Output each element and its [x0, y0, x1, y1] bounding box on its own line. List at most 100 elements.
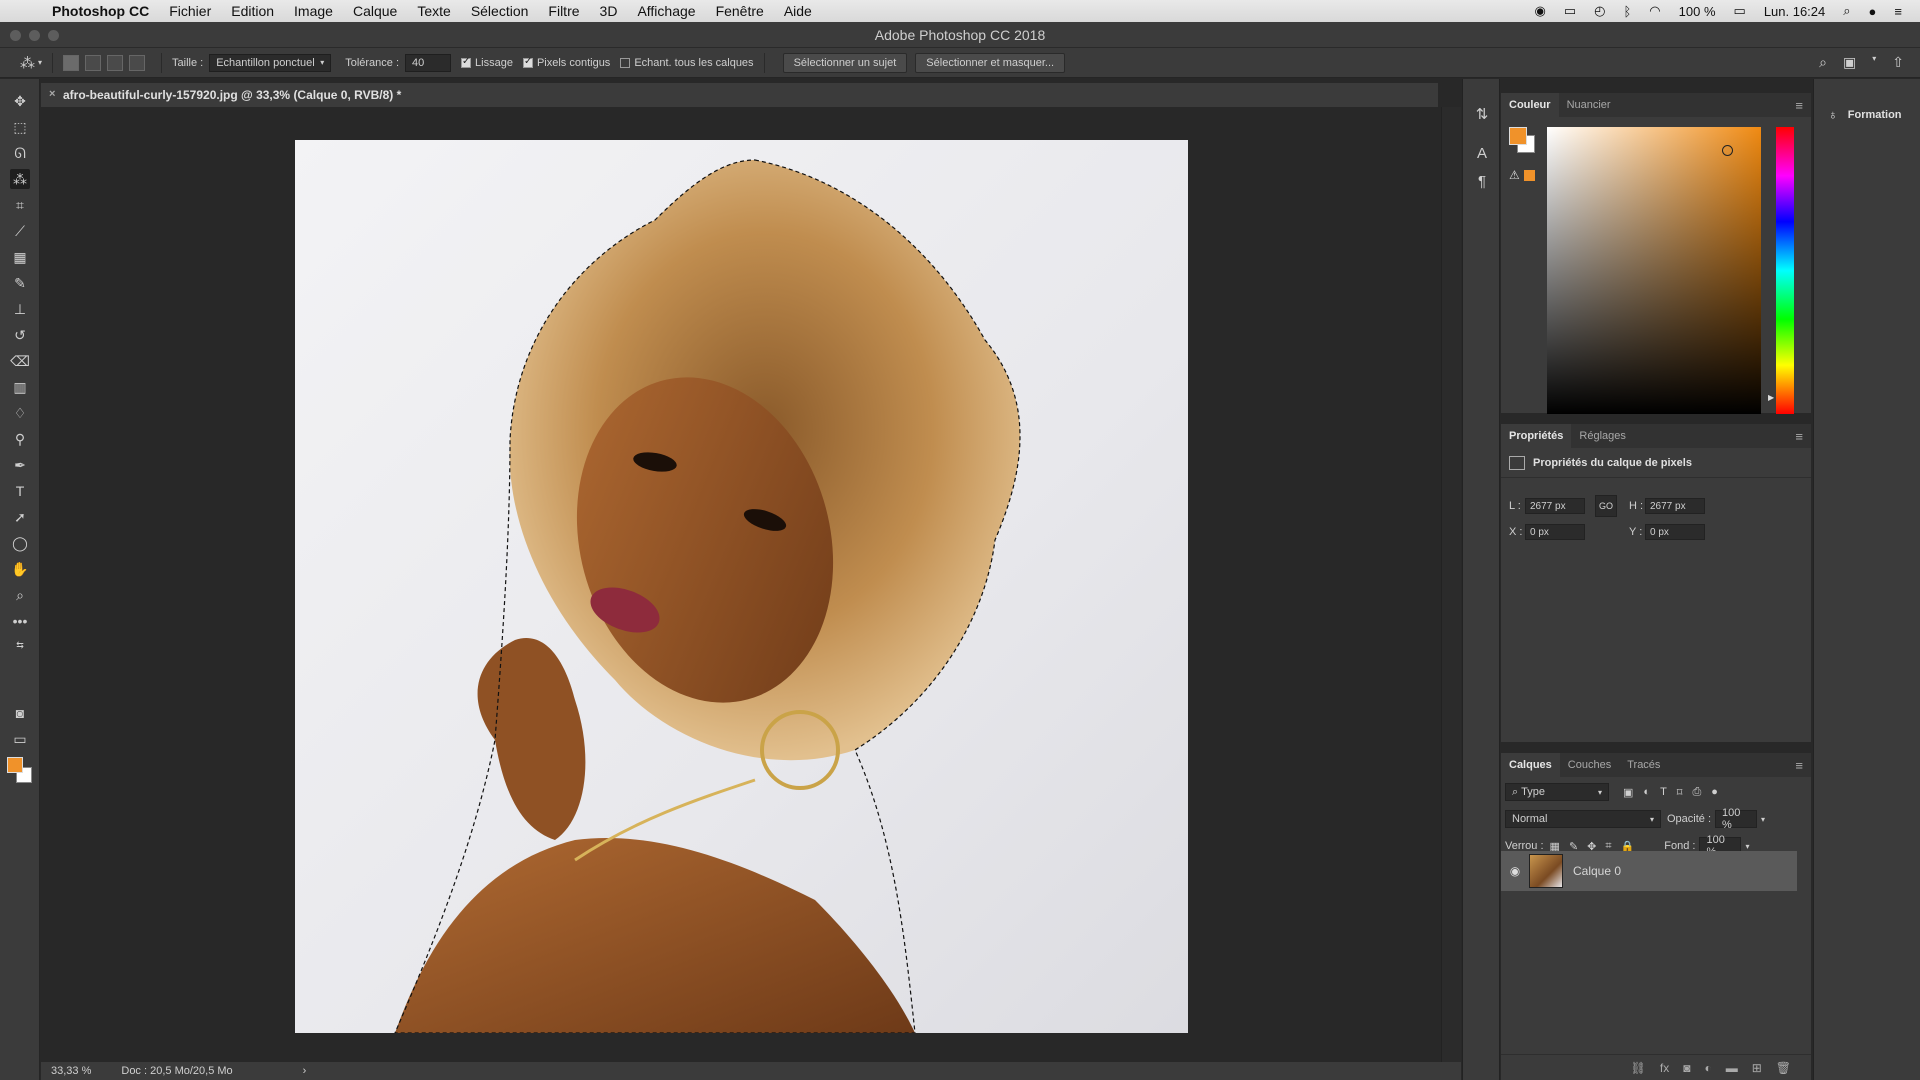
crop-tool-icon[interactable]: ⌗	[10, 195, 30, 215]
brush-tool-icon[interactable]: ✎	[10, 273, 30, 293]
add-mask-icon[interactable]: ◙	[1683, 1061, 1690, 1075]
layer-filter-select[interactable]: ⌕ Type ▾	[1505, 783, 1609, 801]
link-layers-icon[interactable]: ⛓	[1631, 1061, 1646, 1075]
filter-pixel-icon[interactable]: ▣	[1623, 786, 1633, 799]
tab-nuancier[interactable]: Nuancier	[1559, 93, 1619, 117]
marquee-tool-icon[interactable]: ⬚	[10, 117, 30, 137]
x-input[interactable]: 0 px	[1525, 524, 1585, 540]
search-icon[interactable]: ⌕	[1819, 54, 1827, 71]
magic-wand-tool-icon[interactable]: ⁂	[10, 169, 30, 189]
screen-mode-icon[interactable]: ▭	[10, 729, 30, 749]
gamut-warning-swatch[interactable]	[1524, 170, 1535, 181]
fill-chevron-icon[interactable]: ▾	[1745, 842, 1749, 851]
airplay-icon[interactable]: ▭	[1564, 3, 1576, 19]
hue-slider[interactable]	[1776, 127, 1794, 414]
menu-selection[interactable]: Sélection	[471, 3, 529, 19]
bluetooth-icon[interactable]: ᛒ	[1623, 4, 1631, 19]
menu-filtre[interactable]: Filtre	[548, 3, 579, 19]
new-group-icon[interactable]: ▬	[1726, 1061, 1738, 1075]
delete-layer-icon[interactable]: 🗑	[1776, 1061, 1791, 1075]
lasso-tool-icon[interactable]: ᘏ	[10, 143, 30, 163]
close-tab-icon[interactable]: ×	[49, 88, 55, 100]
more-tools-icon[interactable]: •••	[10, 611, 30, 631]
menu-image[interactable]: Image	[294, 3, 333, 19]
menu-aide[interactable]: Aide	[784, 3, 812, 19]
workspace-icon[interactable]: ▣	[1843, 54, 1856, 71]
filter-shape-icon[interactable]: ⌑	[1677, 786, 1683, 799]
panel-menu-icon[interactable]: ≡	[1795, 758, 1803, 773]
history-panel-icon[interactable]: ⇅	[1473, 105, 1491, 123]
wifi-icon[interactable]: ◠	[1649, 3, 1660, 19]
opacity-input[interactable]: 100 %	[1715, 807, 1758, 831]
menu-edition[interactable]: Edition	[231, 3, 274, 19]
tab-traces[interactable]: Tracés	[1619, 753, 1668, 777]
eraser-tool-icon[interactable]: ⌫	[10, 351, 30, 371]
visibility-eye-icon[interactable]: ◉	[1501, 864, 1529, 878]
learn-item[interactable]: ♁ Formation	[1828, 107, 1902, 122]
spotlight-search-icon[interactable]: ⌕	[1843, 3, 1850, 19]
move-tool-icon[interactable]: ✥	[10, 91, 30, 111]
vertical-scrollbar[interactable]	[1441, 107, 1461, 1062]
color-picker-field[interactable]	[1547, 127, 1761, 414]
swap-colors-icon[interactable]: ⇆	[10, 635, 30, 655]
history-brush-tool-icon[interactable]: ↺	[10, 325, 30, 345]
healing-brush-tool-icon[interactable]: ▦	[10, 247, 30, 267]
document-image[interactable]	[295, 140, 1188, 1033]
dodge-tool-icon[interactable]: ⚲	[10, 429, 30, 449]
creative-cloud-icon[interactable]: ◉	[1535, 3, 1546, 19]
quick-mask-icon[interactable]: ◙	[10, 703, 30, 723]
filter-type-icon[interactable]: T	[1660, 786, 1667, 799]
y-input[interactable]: 0 px	[1645, 524, 1705, 540]
new-layer-icon[interactable]: ⊞	[1752, 1061, 1762, 1075]
type-tool-icon[interactable]: T	[10, 481, 30, 501]
menu-3d[interactable]: 3D	[600, 3, 618, 19]
layer-name[interactable]: Calque 0	[1573, 864, 1621, 878]
document-tab[interactable]: × afro-beautiful-curly-157920.jpg @ 33,3…	[41, 83, 412, 107]
blur-tool-icon[interactable]: ♢	[10, 403, 30, 423]
character-panel-icon[interactable]: A	[1473, 145, 1491, 163]
menu-affichage[interactable]: Affichage	[637, 3, 695, 19]
new-adjustment-icon[interactable]: ◐	[1704, 1061, 1711, 1075]
tab-couches[interactable]: Couches	[1560, 753, 1619, 777]
select-and-mask-button[interactable]: Sélectionner et masquer...	[915, 52, 1066, 73]
add-selection-mode-button[interactable]	[85, 54, 102, 71]
opacity-chevron-icon[interactable]: ▾	[1761, 815, 1765, 824]
tab-proprietes[interactable]: Propriétés	[1501, 424, 1572, 448]
menu-texte[interactable]: Texte	[417, 3, 450, 19]
gamut-warning-icon[interactable]: ⚠	[1509, 168, 1520, 182]
zoom-level[interactable]: 33,33 %	[51, 1065, 91, 1077]
select-subject-button[interactable]: Sélectionner un sujet	[782, 52, 908, 73]
time-machine-icon[interactable]: ◴	[1594, 3, 1605, 19]
menu-calque[interactable]: Calque	[353, 3, 397, 19]
link-dimensions-button[interactable]: GO	[1595, 495, 1617, 517]
tab-reglages[interactable]: Réglages	[1571, 424, 1633, 448]
hue-slider-handle-icon[interactable]: ▶	[1768, 393, 1774, 402]
blend-mode-select[interactable]: Normal ▾	[1505, 810, 1661, 828]
notification-center-icon[interactable]: ≡	[1894, 4, 1902, 19]
sample-all-layers-checkbox[interactable]	[620, 57, 631, 68]
panel-menu-icon[interactable]: ≡	[1795, 429, 1803, 444]
pen-tool-icon[interactable]: ✒	[10, 455, 30, 475]
layer-row[interactable]: ◉ Calque 0	[1501, 851, 1797, 891]
menu-app-name[interactable]: Photoshop CC	[52, 3, 149, 19]
status-arrow-icon[interactable]: ›	[303, 1065, 307, 1077]
workspace-chevron-icon[interactable]: ▾	[1872, 54, 1876, 71]
contiguous-checkbox[interactable]	[522, 56, 533, 68]
share-icon[interactable]: ⇧	[1892, 54, 1904, 71]
color-picker-marker[interactable]	[1722, 145, 1733, 156]
siri-icon[interactable]: ●	[1869, 4, 1877, 19]
tab-calques[interactable]: Calques	[1501, 753, 1560, 777]
filter-smart-object-icon[interactable]: ⎙	[1692, 786, 1701, 799]
layer-style-icon[interactable]: fx	[1660, 1061, 1669, 1075]
menu-fenetre[interactable]: Fenêtre	[716, 3, 764, 19]
color-foreground-swatch[interactable]	[1509, 127, 1527, 145]
height-input[interactable]: 2677 px	[1645, 498, 1705, 514]
ellipse-tool-icon[interactable]: ◯	[10, 533, 30, 553]
zoom-tool-icon[interactable]: ⌕	[10, 585, 30, 605]
antialias-checkbox[interactable]	[461, 56, 472, 68]
tab-couleur[interactable]: Couleur	[1501, 93, 1559, 117]
preset-chevron-icon[interactable]: ▾	[38, 58, 42, 67]
paragraph-panel-icon[interactable]: ¶	[1473, 173, 1491, 191]
panel-menu-icon[interactable]: ≡	[1795, 98, 1803, 113]
width-input[interactable]: 2677 px	[1525, 498, 1585, 514]
